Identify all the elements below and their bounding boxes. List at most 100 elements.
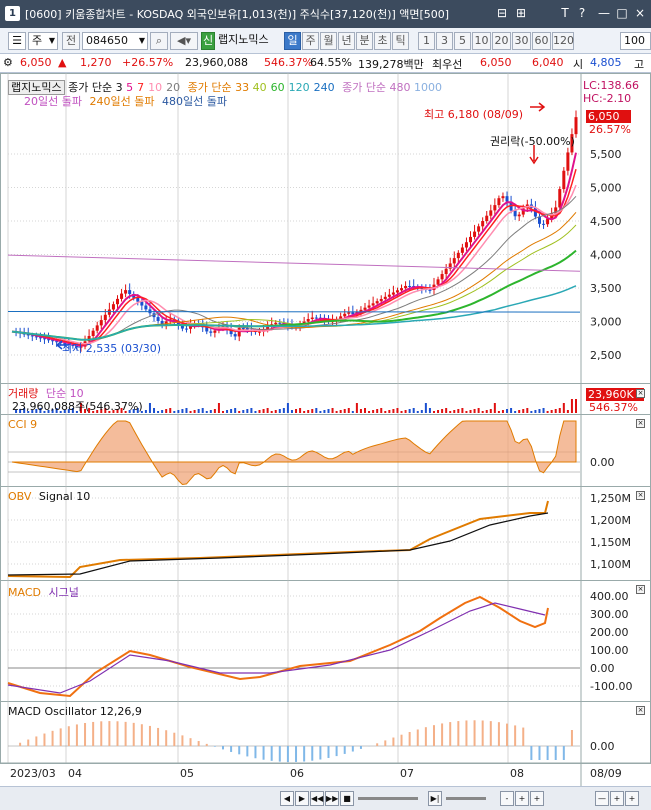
count-input[interactable]: 100 bbox=[620, 32, 651, 50]
before-button[interactable]: 전 bbox=[62, 32, 80, 50]
volume-bar bbox=[274, 410, 277, 413]
candle-body bbox=[477, 226, 481, 232]
cci-close-icon[interactable]: × bbox=[636, 419, 645, 428]
osc-bar bbox=[514, 725, 517, 746]
candle-body bbox=[367, 305, 371, 308]
help-icon[interactable]: ? bbox=[574, 5, 590, 22]
osc-bar bbox=[124, 721, 127, 746]
macd-close-icon[interactable]: × bbox=[636, 585, 645, 594]
ma-line-5 bbox=[11, 152, 577, 347]
interval-button-1[interactable]: 1 bbox=[418, 32, 435, 50]
osc-bar bbox=[384, 740, 387, 746]
period-button-2[interactable]: 월 bbox=[320, 32, 337, 50]
period-button-6[interactable]: 틱 bbox=[392, 32, 409, 50]
candle-body bbox=[140, 301, 144, 306]
osc-bar bbox=[27, 739, 30, 746]
interval-button-30[interactable]: 30 bbox=[512, 32, 531, 50]
search-icon[interactable]: ⌕ bbox=[150, 32, 168, 50]
volume-bar bbox=[420, 410, 423, 413]
osc-bar bbox=[432, 725, 435, 746]
interval-button-10[interactable]: 10 bbox=[472, 32, 491, 50]
volume-close-icon[interactable]: × bbox=[636, 389, 645, 398]
add-button[interactable]: + bbox=[530, 791, 544, 806]
candle-body bbox=[103, 314, 107, 321]
stop-button[interactable]: ■ bbox=[340, 791, 354, 806]
candle-body bbox=[379, 298, 383, 302]
obv-close-icon[interactable]: × bbox=[636, 491, 645, 500]
candle-body bbox=[128, 290, 132, 294]
volume-bar bbox=[197, 409, 200, 413]
osc-bar bbox=[473, 720, 476, 746]
osc-bar bbox=[67, 726, 70, 746]
end-button[interactable]: ▶| bbox=[428, 791, 442, 806]
shrink-button[interactable]: — bbox=[595, 791, 609, 806]
sound-icon[interactable]: ◀▾ bbox=[170, 32, 198, 50]
volume-bar bbox=[270, 411, 273, 413]
scroll-last-button[interactable]: ▶▶ bbox=[325, 791, 339, 806]
volume-bar bbox=[153, 408, 156, 413]
minimize-button[interactable]: — bbox=[596, 5, 612, 22]
volume-bar bbox=[209, 410, 212, 413]
osc-bar bbox=[148, 725, 151, 746]
interval-button-3[interactable]: 3 bbox=[436, 32, 453, 50]
open-price: 4,805 bbox=[590, 56, 622, 69]
best-ask-label: 최우선 bbox=[432, 58, 463, 71]
code-input[interactable]: 084650 ▼ bbox=[82, 32, 148, 50]
volume-bar bbox=[428, 408, 431, 413]
volume-bar bbox=[148, 403, 151, 413]
volume-bar bbox=[473, 409, 476, 413]
osc-bar bbox=[416, 729, 419, 746]
panel-frame-3 bbox=[0, 486, 651, 581]
interval-button-5[interactable]: 5 bbox=[454, 32, 471, 50]
period-button-1[interactable]: 주 bbox=[302, 32, 319, 50]
add-indicator-button[interactable]: + bbox=[625, 791, 639, 806]
interval-button-20[interactable]: 20 bbox=[492, 32, 511, 50]
candle-body bbox=[184, 328, 188, 330]
candle-body bbox=[241, 327, 245, 329]
obv-legend-label: OBV bbox=[8, 490, 32, 503]
type-select[interactable]: 주 ▼ bbox=[28, 32, 58, 50]
quote-bar: ⚙ 6,050 ▲ 1,270 +26.57% 23,960,088 546.3… bbox=[0, 54, 651, 73]
period-button-4[interactable]: 분 bbox=[356, 32, 373, 50]
scroll-first-button[interactable]: ◀◀ bbox=[310, 791, 324, 806]
period-button-3[interactable]: 년 bbox=[338, 32, 355, 50]
osc-bar bbox=[522, 727, 525, 746]
interval-button-60[interactable]: 60 bbox=[532, 32, 551, 50]
interval-button-120[interactable]: 120 bbox=[552, 32, 574, 50]
volume-bar bbox=[290, 410, 293, 413]
signal-badge[interactable]: 신 bbox=[201, 32, 215, 50]
grid-icon[interactable]: ⊞ bbox=[513, 5, 529, 22]
candle-body bbox=[136, 297, 140, 302]
osc-bar bbox=[441, 723, 444, 746]
chart-area[interactable]: 2023/03 04 05 06 07 08 08/09 5,500 5,000 4,500 4,0… bbox=[0, 73, 651, 810]
x-label-5: 08 bbox=[510, 767, 524, 780]
maximize-button[interactable]: □ bbox=[614, 5, 630, 22]
period-button-5[interactable]: 초 bbox=[374, 32, 391, 50]
volume-bar bbox=[221, 411, 224, 413]
volume-bar bbox=[205, 411, 208, 413]
close-button[interactable]: × bbox=[632, 5, 648, 22]
candle-body bbox=[542, 223, 546, 225]
zoom-out-button[interactable]: - bbox=[500, 791, 514, 806]
legend-ma1000: 1000 bbox=[414, 81, 443, 94]
zoom-in-button[interactable]: + bbox=[515, 791, 529, 806]
volume-bar bbox=[437, 410, 440, 413]
text-icon[interactable]: T bbox=[557, 5, 573, 22]
period-button-0[interactable]: 일 bbox=[284, 32, 301, 50]
range-slider[interactable] bbox=[446, 797, 486, 800]
zoom-slider[interactable] bbox=[358, 797, 418, 800]
scroll-right-button[interactable]: ▶ bbox=[295, 791, 309, 806]
chart-svg[interactable]: 2023/03 04 05 06 07 08 08/09 5,500 5,000 4,500 4,0… bbox=[0, 73, 651, 786]
scroll-left-button[interactable]: ◀ bbox=[280, 791, 294, 806]
osc-close-icon[interactable]: × bbox=[636, 706, 645, 715]
expand-button[interactable]: + bbox=[610, 791, 624, 806]
stock-name: 랩지노믹스 bbox=[218, 33, 269, 46]
volume-bar bbox=[404, 410, 407, 413]
settings-icon[interactable]: ⚙ bbox=[3, 56, 13, 69]
price-tick-0: 5,500 bbox=[590, 148, 622, 161]
link-icon[interactable]: ⊟ bbox=[494, 5, 510, 22]
candle-body bbox=[274, 322, 278, 325]
menu-icon[interactable]: ☰ bbox=[8, 32, 26, 50]
hc-label: HC:-2.10 bbox=[583, 92, 632, 105]
legend-ma-240: 240 bbox=[313, 81, 335, 94]
